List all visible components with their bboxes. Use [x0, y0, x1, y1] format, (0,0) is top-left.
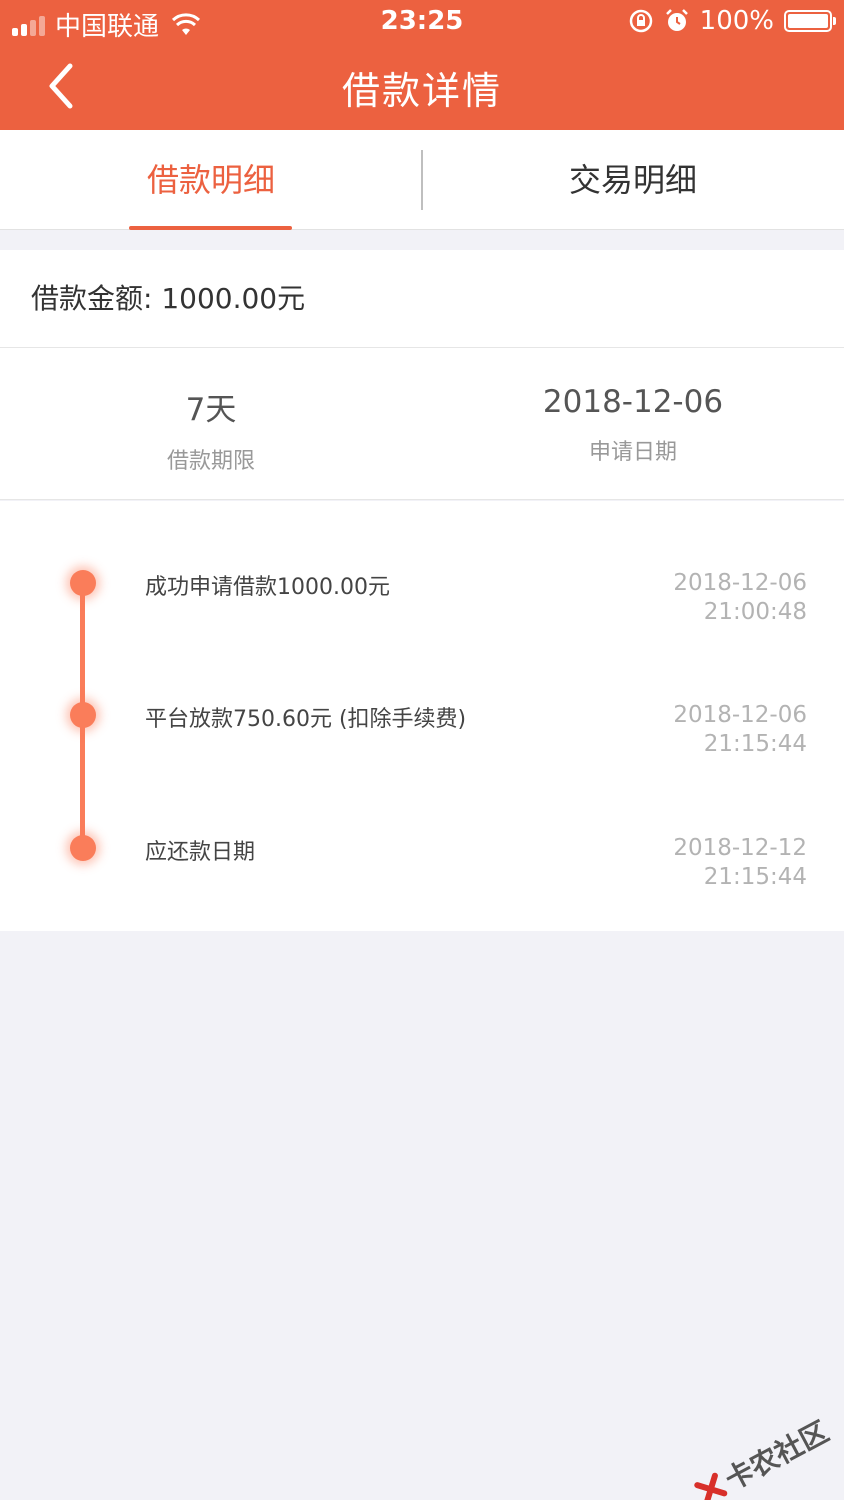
- loan-summary: 7天 借款期限 2018-12-06 申请日期: [0, 348, 844, 500]
- apply-date: 2018-12-06 申请日期: [422, 348, 844, 466]
- loan-amount: 借款金额: 1000.00元: [0, 250, 844, 348]
- timeline-time: 21:15:44: [703, 731, 807, 757]
- watermark: 卡农社区: [689, 1411, 835, 1500]
- battery-icon: [784, 10, 836, 32]
- timeline-date: 2018-12-12: [673, 835, 807, 861]
- tab-bar: 借款明细 交易明细: [0, 130, 844, 230]
- top-bar: 中国联通 23:25 100% 借款详情: [0, 0, 844, 130]
- timeline-time: 21:15:44: [703, 864, 807, 890]
- tab-loan-detail[interactable]: 借款明细: [0, 130, 422, 230]
- timeline-event: 平台放款750.60元 (扣除手续费): [145, 707, 467, 732]
- tab-transaction-detail[interactable]: 交易明细: [422, 130, 844, 230]
- timeline-timestamp: 2018-12-12 21:15:44: [673, 834, 807, 892]
- timeline-timestamp: 2018-12-06 21:00:48: [673, 569, 807, 627]
- battery-percent: 100%: [699, 6, 774, 36]
- loan-term-value: 7天: [185, 392, 237, 428]
- page-title: 借款详情: [341, 69, 502, 113]
- apply-date-label: 申请日期: [588, 440, 677, 465]
- timeline-timestamp: 2018-12-06 21:15:44: [673, 701, 807, 759]
- apply-date-value: 2018-12-06: [542, 384, 724, 420]
- timeline-date: 2018-12-06: [673, 702, 807, 728]
- watermark-text: 卡农社区: [719, 1414, 835, 1497]
- timeline-event: 应还款日期: [145, 840, 256, 865]
- rotation-lock-icon: [629, 9, 652, 33]
- timeline-dot: [70, 570, 96, 596]
- loan-term-label: 借款期限: [166, 449, 255, 474]
- timeline-dot: [70, 702, 96, 728]
- nav-bar: 借款详情: [0, 42, 844, 130]
- timeline-time: 21:00:48: [703, 599, 807, 625]
- alarm-icon: [665, 9, 688, 31]
- timeline-dot: [70, 835, 96, 861]
- timeline-event: 成功申请借款1000.00元: [145, 575, 390, 600]
- timeline-date: 2018-12-06: [673, 570, 807, 596]
- status-bar: 中国联通 23:25 100%: [0, 0, 844, 42]
- status-right: 100%: [628, 6, 836, 36]
- loan-term: 7天 借款期限: [0, 348, 422, 475]
- tab-active-indicator: [129, 226, 292, 230]
- loan-timeline: 成功申请借款1000.00元 2018-12-06 21:00:48 平台放款7…: [0, 501, 844, 931]
- tab-divider: [421, 150, 423, 210]
